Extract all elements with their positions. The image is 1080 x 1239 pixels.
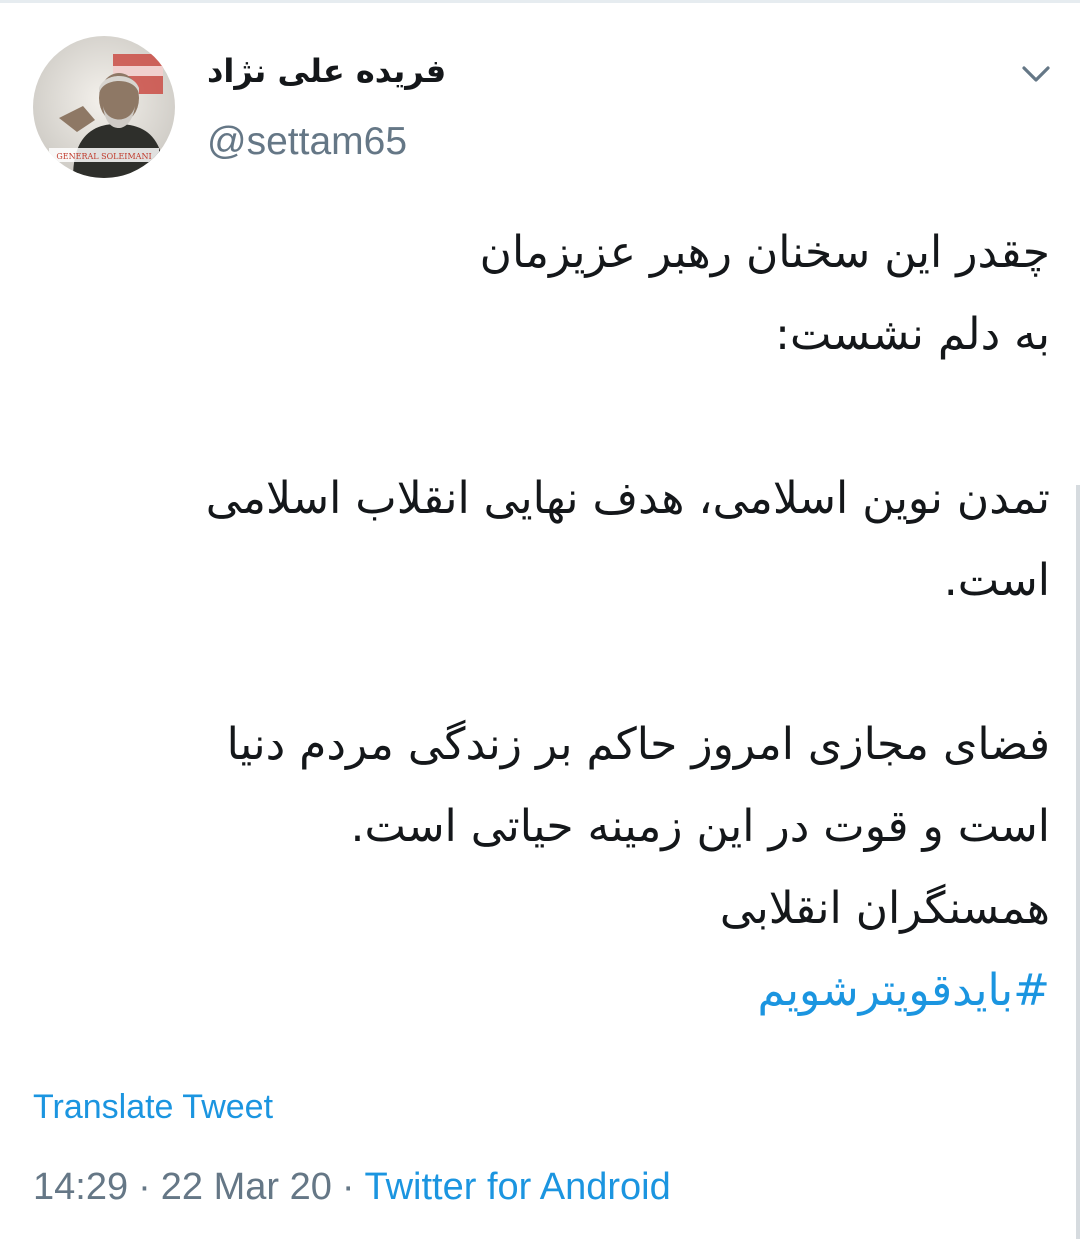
- tweet-line: همسنگران انقلابی: [719, 883, 1050, 934]
- chevron-down-icon: [1022, 66, 1050, 82]
- meta-separator: ·: [138, 1166, 151, 1208]
- top-divider: [0, 0, 1080, 3]
- tweet-source-link[interactable]: Twitter for Android: [365, 1166, 671, 1208]
- avatar-image: GENERAL SOLEIMANI: [33, 36, 175, 178]
- scrollbar[interactable]: [1076, 485, 1080, 1239]
- tweet-menu-button[interactable]: [1014, 56, 1058, 92]
- tweet-line: است و قوت در این زمینه حیاتی است.: [350, 801, 1051, 852]
- tweet-metadata: 14:29 · 22 Mar 20 · Twitter for Android: [33, 1166, 671, 1209]
- tweet-line: است.: [943, 555, 1050, 606]
- avatar-caption: GENERAL SOLEIMANI: [56, 152, 151, 161]
- tweet-time: 14:29: [33, 1166, 129, 1208]
- tweet-line: فضای مجازی امروز حاکم بر زندگی مردم دنیا: [226, 719, 1050, 770]
- display-name[interactable]: فریده علی نژاد: [207, 52, 446, 90]
- translate-tweet-link[interactable]: Translate Tweet: [33, 1088, 273, 1127]
- user-handle[interactable]: @settam65: [207, 120, 407, 164]
- tweet-line: به دلم نشست:: [775, 309, 1050, 360]
- avatar[interactable]: GENERAL SOLEIMANI: [33, 36, 175, 178]
- tweet-line: چقدر این سخنان رهبر عزیزمان: [479, 227, 1050, 278]
- meta-separator: ·: [341, 1166, 355, 1208]
- hashtag-link[interactable]: #بایدقویترشویم: [757, 965, 1050, 1016]
- tweet-line: تمدن نوین اسلامی، هدف نهایی انقلاب اسلام…: [205, 473, 1050, 524]
- tweet-text: چقدر این سخنان رهبر عزیزمان به دلم نشست:…: [50, 212, 1050, 1032]
- tweet-date: 22 Mar 20: [160, 1166, 332, 1208]
